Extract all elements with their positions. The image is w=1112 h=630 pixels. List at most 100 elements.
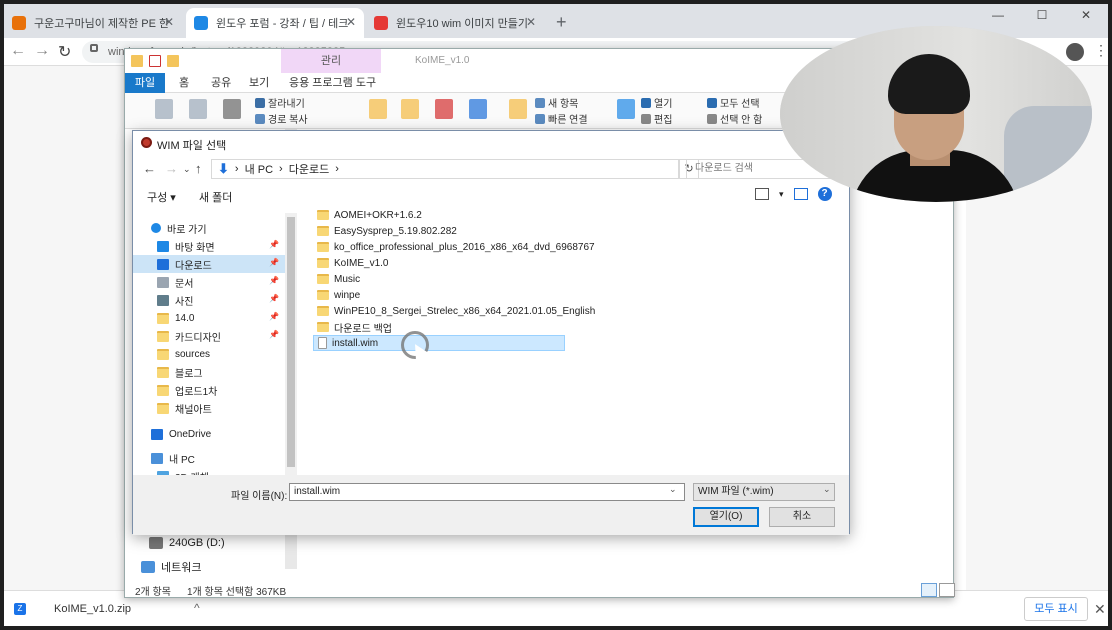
ribbon-large-icon[interactable] — [401, 99, 419, 119]
nav-item-download[interactable]: 다운로드 📌 — [133, 255, 285, 273]
nav-item-folder[interactable]: sources — [133, 345, 285, 363]
forward-button[interactable]: → — [34, 42, 50, 60]
folder-item[interactable]: AOMEI+OKR+1.6.2 — [313, 207, 565, 223]
ribbon-item[interactable]: 경로 복사 — [255, 111, 308, 126]
folder-item[interactable]: Music — [313, 271, 565, 287]
close-download-bar-button[interactable]: ✕ — [1094, 601, 1106, 618]
ribbon-large-icon[interactable] — [155, 99, 173, 119]
open-button[interactable]: 열기(O) — [693, 507, 759, 527]
nav-item-folder[interactable]: 카드디자인 📌 — [133, 327, 285, 345]
folder-item[interactable]: WinPE10_8_Sergei_Strelec_x86_x64_2021.01… — [313, 303, 595, 319]
details-view-icon[interactable] — [921, 583, 937, 597]
nav-item-cloud[interactable]: OneDrive — [133, 425, 285, 443]
cancel-button[interactable]: 취소 — [769, 507, 835, 527]
maximize-button[interactable]: ☐ — [1020, 4, 1064, 28]
nav-item-folder[interactable]: 14.0 📌 — [133, 309, 285, 327]
ribbon-item[interactable]: 모두 선택 — [707, 95, 760, 110]
forward-arrow-icon[interactable]: → — [165, 161, 178, 176]
ribbon-tab[interactable]: 홈 — [169, 73, 199, 93]
folder-item[interactable]: KoIME_v1.0 — [313, 255, 565, 271]
ribbon-large-icon[interactable] — [469, 99, 487, 119]
show-all-button[interactable]: 모두 표시 — [1024, 597, 1088, 621]
large-icons-view-icon[interactable] — [939, 583, 955, 597]
chevron-down-icon[interactable]: ⌄ — [823, 484, 831, 495]
ribbon-tab[interactable]: 보기 — [239, 73, 279, 93]
chevron-up-icon[interactable]: ^ — [194, 601, 200, 615]
ribbon-tab[interactable]: 파일 — [125, 73, 165, 93]
up-arrow-icon[interactable]: ↑ — [195, 161, 202, 176]
explorer-nav-item[interactable]: 네트워크 — [141, 557, 201, 577]
breadcrumb-downloads[interactable]: 다운로드 — [289, 161, 329, 177]
ribbon-tab[interactable]: 응용 프로그램 도구 — [279, 73, 386, 93]
new-tab-button[interactable]: + — [556, 12, 567, 33]
nav-item-label: 바로 가기 — [167, 224, 207, 236]
back-button[interactable]: ← — [10, 42, 26, 60]
ribbon-tab[interactable]: 공유 — [201, 73, 241, 93]
nav-item-folder[interactable]: 블로그 — [133, 363, 285, 381]
menu-icon[interactable]: ⋮ — [1094, 42, 1108, 59]
breadcrumb-this-pc[interactable]: 내 PC — [245, 161, 273, 177]
nav-item-cube[interactable]: 3D 개체 — [133, 467, 285, 475]
recent-locations-icon[interactable]: ⌄ — [183, 164, 191, 175]
item-count: 2개 항목 — [135, 587, 171, 598]
browser-tab[interactable]: 구운고구마님이 제작한 PE 한글파일✕ — [4, 8, 182, 38]
pin-icon[interactable]: 📌 — [269, 258, 279, 267]
ribbon-item[interactable]: 새 항목 — [535, 95, 578, 110]
document-icon — [157, 276, 169, 288]
ribbon-item[interactable]: 선택 안 함 — [707, 111, 762, 126]
filename-input[interactable]: install.wim — [289, 483, 685, 501]
view-mode-icon[interactable] — [755, 188, 769, 200]
drive-icon — [149, 537, 163, 549]
pin-icon[interactable]: 📌 — [269, 312, 279, 321]
reload-button[interactable]: ↻ — [58, 42, 71, 62]
folder-icon[interactable] — [131, 55, 143, 67]
pin-icon[interactable]: 📌 — [269, 330, 279, 339]
close-tab-icon[interactable]: ✕ — [526, 15, 536, 29]
ribbon-item[interactable]: 열기 — [641, 95, 672, 110]
nav-item-desktop[interactable]: 바탕 화면 📌 — [133, 237, 285, 255]
nav-item-picture[interactable]: 사진 📌 — [133, 291, 285, 309]
ribbon-large-icon[interactable] — [617, 99, 635, 119]
file-name: ko_office_professional_plus_2016_x86_x64… — [334, 241, 595, 253]
new-folder-icon[interactable] — [167, 55, 179, 67]
ribbon-item[interactable]: 잘라내기 — [255, 95, 305, 110]
nav-item-folder[interactable]: 채널아트 — [133, 399, 285, 417]
explorer-nav-item[interactable]: 240GB (D:) — [149, 533, 225, 553]
close-tab-icon[interactable]: ✕ — [164, 15, 174, 29]
ribbon-large-icon[interactable] — [435, 99, 453, 119]
folder-item[interactable]: ko_office_professional_plus_2016_x86_x64… — [313, 239, 595, 255]
ribbon-item[interactable]: 편집 — [641, 111, 672, 126]
nav-item-pc[interactable]: 내 PC — [133, 449, 285, 467]
folder-item[interactable]: 다운로드 백업 — [313, 319, 565, 335]
close-window-button[interactable]: ✕ — [1064, 4, 1108, 28]
filetype-select[interactable]: WIM 파일 (*.wim) — [693, 483, 835, 501]
ribbon-item-label: 열기 — [654, 99, 673, 110]
ribbon-large-icon[interactable] — [509, 99, 527, 119]
minimize-button[interactable]: — — [976, 4, 1020, 28]
ribbon-item[interactable]: 빠른 연결 — [535, 111, 588, 126]
pin-icon[interactable]: 📌 — [269, 240, 279, 249]
pin-icon[interactable]: 📌 — [269, 276, 279, 285]
browser-tab[interactable]: 윈도우10 wim 이미지 만들기 (Di ✕ — [366, 8, 544, 38]
folder-item[interactable]: winpe — [313, 287, 565, 303]
breadcrumb[interactable]: ⬇ › 내 PC › 다운로드 › — [211, 159, 679, 179]
nav-scrollbar-thumb[interactable] — [287, 217, 295, 467]
nav-item-star[interactable]: 바로 가기 — [133, 219, 285, 237]
manage-context-tab[interactable]: 관리 — [281, 49, 381, 73]
new-folder-button[interactable]: 새 폴더 — [199, 189, 232, 205]
browser-tab[interactable]: 윈도우 포럼 - 강좌 / 팁 / 테크 - ✕ — [186, 8, 364, 38]
pin-icon[interactable]: 📌 — [269, 294, 279, 303]
ribbon-large-icon[interactable] — [189, 99, 207, 119]
folder-item[interactable]: EasySysprep_5.19.802.282 — [313, 223, 565, 239]
nav-item-folder[interactable]: 업로드1차 — [133, 381, 285, 399]
nav-item-document[interactable]: 문서 📌 — [133, 273, 285, 291]
properties-icon[interactable] — [149, 55, 161, 67]
chevron-down-icon[interactable]: ⌄ — [669, 484, 677, 495]
file-item[interactable]: install.wim — [313, 335, 565, 351]
organize-menu[interactable]: 구성 ▾ — [147, 189, 176, 205]
ribbon-large-icon[interactable] — [223, 99, 241, 119]
ribbon-large-icon[interactable] — [369, 99, 387, 119]
close-tab-icon[interactable]: ✕ — [346, 15, 356, 29]
back-arrow-icon[interactable]: ← — [143, 161, 156, 176]
download-item[interactable]: KoIME_v1.0.zip — [54, 603, 131, 615]
